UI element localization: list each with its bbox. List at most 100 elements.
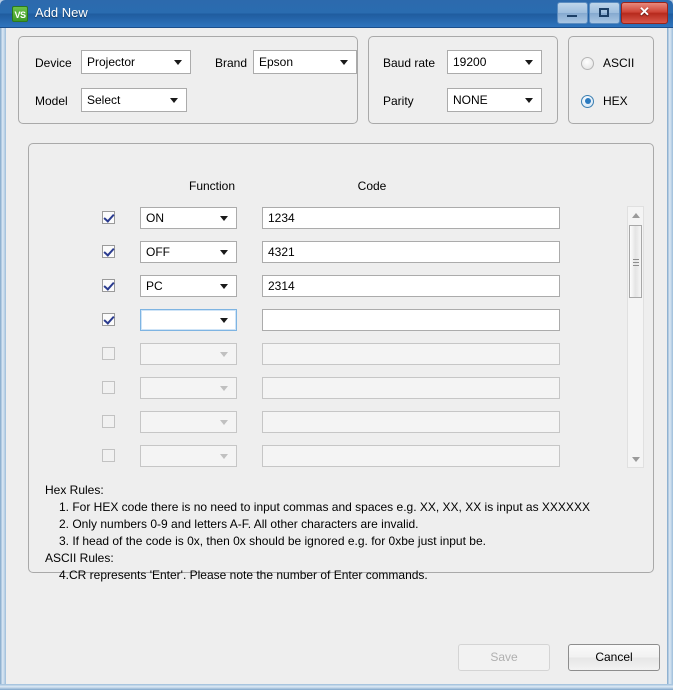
scrollbar-grip-icon bbox=[633, 259, 639, 260]
row-enable-checkbox[interactable] bbox=[102, 347, 115, 360]
function-dropdown[interactable]: PC bbox=[140, 275, 237, 297]
function-dropdown[interactable]: OFF bbox=[140, 241, 237, 263]
chevron-down-icon bbox=[220, 284, 228, 289]
row-enable-checkbox[interactable] bbox=[102, 449, 115, 462]
parity-dropdown[interactable]: NONE bbox=[447, 88, 542, 112]
brand-dropdown-value: Epson bbox=[259, 55, 294, 69]
table-row bbox=[52, 410, 632, 435]
rules-text: Hex Rules: 1. For HEX code there is no n… bbox=[45, 482, 641, 584]
window-controls: ✕ bbox=[556, 2, 668, 24]
function-column-header: Function bbox=[188, 179, 236, 193]
frame-bottom-edge bbox=[0, 684, 673, 690]
table-row bbox=[52, 308, 632, 333]
code-input[interactable]: 1234 bbox=[262, 207, 560, 229]
app-icon: VS bbox=[12, 6, 28, 22]
close-icon: ✕ bbox=[639, 4, 650, 19]
hex-rule-2: 2. Only numbers 0-9 and letters A-F. All… bbox=[59, 517, 419, 531]
code-input bbox=[262, 411, 560, 433]
code-input bbox=[262, 377, 560, 399]
save-button[interactable]: Save bbox=[458, 644, 550, 671]
frame-right-edge bbox=[667, 28, 673, 690]
chevron-down-icon bbox=[174, 60, 182, 65]
hex-rule-3: 3. If head of the code is 0x, then 0x sh… bbox=[59, 534, 486, 548]
hex-rules-heading: Hex Rules: bbox=[45, 483, 104, 497]
chevron-down-icon bbox=[220, 318, 228, 323]
model-dropdown[interactable]: Select bbox=[81, 88, 187, 112]
serial-panel: Baud rate 19200 Parity NONE bbox=[368, 36, 558, 124]
row-enable-checkbox[interactable] bbox=[102, 279, 115, 292]
table-row bbox=[52, 376, 632, 401]
table-row bbox=[52, 342, 632, 367]
maximize-icon bbox=[599, 8, 609, 17]
code-input[interactable]: 4321 bbox=[262, 241, 560, 263]
chevron-down-icon bbox=[220, 386, 228, 391]
table-row: PC 2314 bbox=[52, 274, 632, 299]
device-label: Device bbox=[35, 56, 72, 70]
ascii-radio-icon[interactable] bbox=[581, 56, 594, 70]
function-dropdown bbox=[140, 411, 237, 433]
function-dropdown bbox=[140, 343, 237, 365]
device-panel: Device Projector Brand Epson Model Selec… bbox=[18, 36, 358, 124]
chevron-down-icon bbox=[170, 98, 178, 103]
device-dropdown[interactable]: Projector bbox=[81, 50, 191, 74]
row-enable-checkbox[interactable] bbox=[102, 415, 115, 428]
hex-radio-row[interactable]: HEX bbox=[581, 94, 628, 108]
scroll-down-icon[interactable] bbox=[628, 451, 643, 467]
function-dropdown bbox=[140, 445, 237, 467]
ascii-label: ASCII bbox=[603, 56, 635, 70]
maximize-button[interactable] bbox=[589, 2, 620, 24]
table-row bbox=[52, 444, 632, 468]
baud-rate-label: Baud rate bbox=[383, 56, 436, 70]
chevron-down-icon bbox=[220, 454, 228, 459]
code-input bbox=[262, 343, 560, 365]
minimize-button[interactable] bbox=[557, 2, 588, 24]
ascii-radio-row[interactable]: ASCII bbox=[581, 56, 634, 70]
code-input[interactable]: 2314 bbox=[262, 275, 560, 297]
baud-rate-dropdown[interactable]: 19200 bbox=[447, 50, 542, 74]
code-column-header: Code bbox=[357, 179, 387, 193]
chevron-down-icon bbox=[340, 60, 348, 65]
baud-rate-value: 19200 bbox=[453, 55, 487, 69]
function-dropdown-value: ON bbox=[146, 211, 164, 225]
chevron-down-icon bbox=[220, 216, 228, 221]
row-enable-checkbox[interactable] bbox=[102, 211, 115, 224]
parity-label: Parity bbox=[383, 94, 414, 108]
function-dropdown[interactable] bbox=[140, 309, 237, 331]
close-button[interactable]: ✕ bbox=[621, 2, 668, 24]
hex-rule-1: 1. For HEX code there is no need to inpu… bbox=[59, 500, 590, 514]
row-enable-checkbox[interactable] bbox=[102, 313, 115, 326]
commands-panel: Function Code ON 1234 OFF 4321 PC 2314 Hex Ru… bbox=[28, 143, 654, 582]
chevron-down-icon bbox=[220, 352, 228, 357]
commands-scrollbar[interactable] bbox=[627, 206, 644, 468]
chevron-down-icon bbox=[220, 250, 228, 255]
device-dropdown-value: Projector bbox=[87, 55, 136, 69]
row-enable-checkbox[interactable] bbox=[102, 245, 115, 258]
format-panel: ASCII HEX bbox=[568, 36, 654, 124]
chevron-down-icon bbox=[220, 420, 228, 425]
cancel-button[interactable]: Cancel bbox=[568, 644, 660, 671]
model-label: Model bbox=[35, 94, 68, 108]
function-dropdown-value: OFF bbox=[146, 245, 170, 259]
client-area: Device Projector Brand Epson Model Selec… bbox=[6, 28, 667, 684]
model-dropdown-value: Select bbox=[87, 93, 121, 107]
row-enable-checkbox[interactable] bbox=[102, 381, 115, 394]
function-dropdown bbox=[140, 377, 237, 399]
window-frame: VS Add New ✕ Device Projector Brand Epso… bbox=[0, 0, 673, 690]
ascii-rule-4: 4.CR represents 'Enter'. Please note the… bbox=[59, 568, 428, 582]
scrollbar-thumb[interactable] bbox=[629, 225, 642, 298]
brand-label: Brand bbox=[215, 56, 248, 70]
parity-value: NONE bbox=[453, 93, 488, 107]
code-input bbox=[262, 445, 560, 467]
title-bar: VS Add New ✕ bbox=[0, 0, 673, 28]
chevron-down-icon bbox=[525, 60, 533, 65]
function-dropdown[interactable]: ON bbox=[140, 207, 237, 229]
function-dropdown-value: PC bbox=[146, 279, 163, 293]
code-input[interactable] bbox=[262, 309, 560, 331]
ascii-rules-heading: ASCII Rules: bbox=[45, 551, 114, 565]
window-title: Add New bbox=[35, 5, 88, 20]
hex-radio-icon[interactable] bbox=[581, 94, 594, 108]
hex-label: HEX bbox=[603, 94, 628, 108]
brand-dropdown[interactable]: Epson bbox=[253, 50, 357, 74]
scroll-up-icon[interactable] bbox=[628, 207, 643, 223]
table-row: OFF 4321 bbox=[52, 240, 632, 265]
